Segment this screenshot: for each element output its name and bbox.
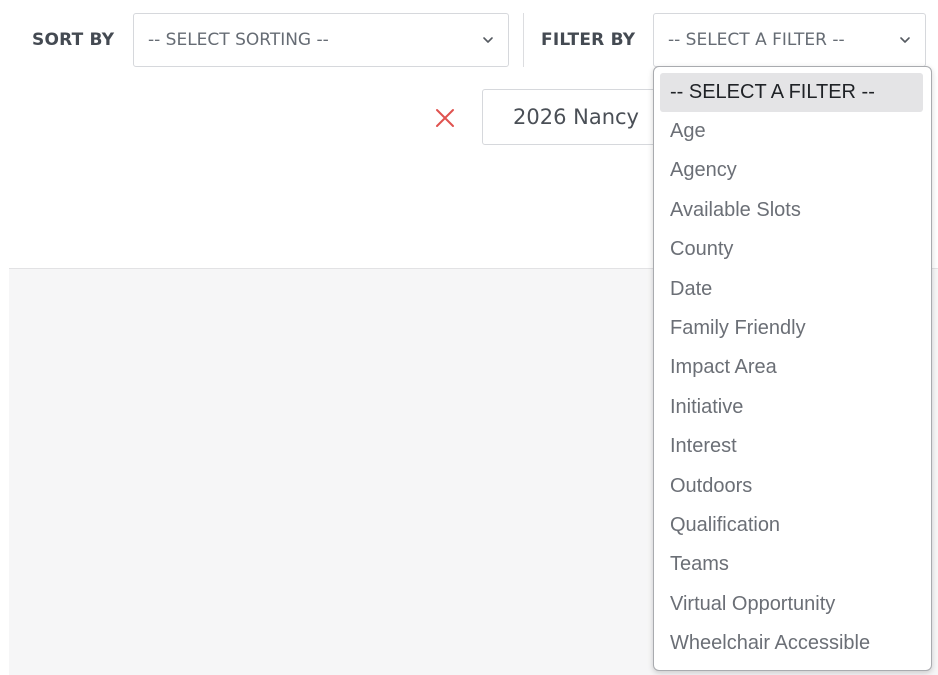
filter-option-teams[interactable]: Teams — [654, 545, 931, 584]
filter-select-value: -- SELECT A FILTER -- — [668, 30, 845, 50]
filter-option-wheelchair-accessible[interactable]: Wheelchair Accessible — [654, 624, 931, 663]
filter-option-age[interactable]: Age — [654, 112, 931, 151]
filter-by-label: FILTER BY — [541, 30, 636, 50]
close-icon[interactable] — [433, 106, 457, 130]
filter-option-available-slots[interactable]: Available Slots — [654, 191, 931, 230]
search-input[interactable]: 2026 Nancy — [482, 89, 672, 145]
toolbar-divider — [523, 13, 524, 67]
filter-dropdown-menu: -- SELECT A FILTER -- Age Agency Availab… — [653, 66, 932, 671]
filter-option-virtual-opportunity[interactable]: Virtual Opportunity — [654, 585, 931, 624]
filter-option-placeholder[interactable]: -- SELECT A FILTER -- — [660, 73, 923, 112]
filter-option-outdoors[interactable]: Outdoors — [654, 467, 931, 506]
search-input-value: 2026 Nancy — [513, 105, 639, 129]
sort-by-label: SORT BY — [32, 30, 115, 50]
filter-option-agency[interactable]: Agency — [654, 151, 931, 190]
chevron-down-icon — [900, 37, 910, 43]
chevron-down-icon — [483, 37, 493, 43]
filter-option-impact-area[interactable]: Impact Area — [654, 348, 931, 387]
filter-select[interactable]: -- SELECT A FILTER -- — [653, 13, 926, 67]
filter-option-county[interactable]: County — [654, 230, 931, 269]
filter-option-initiative[interactable]: Initiative — [654, 388, 931, 427]
sort-select-value: -- SELECT SORTING -- — [148, 30, 329, 50]
filter-option-interest[interactable]: Interest — [654, 427, 931, 466]
page: SORT BY -- SELECT SORTING -- FILTER BY -… — [0, 0, 938, 675]
sort-select[interactable]: -- SELECT SORTING -- — [133, 13, 509, 67]
filter-option-qualification[interactable]: Qualification — [654, 506, 931, 545]
filter-option-date[interactable]: Date — [654, 270, 931, 309]
filter-option-family-friendly[interactable]: Family Friendly — [654, 309, 931, 348]
